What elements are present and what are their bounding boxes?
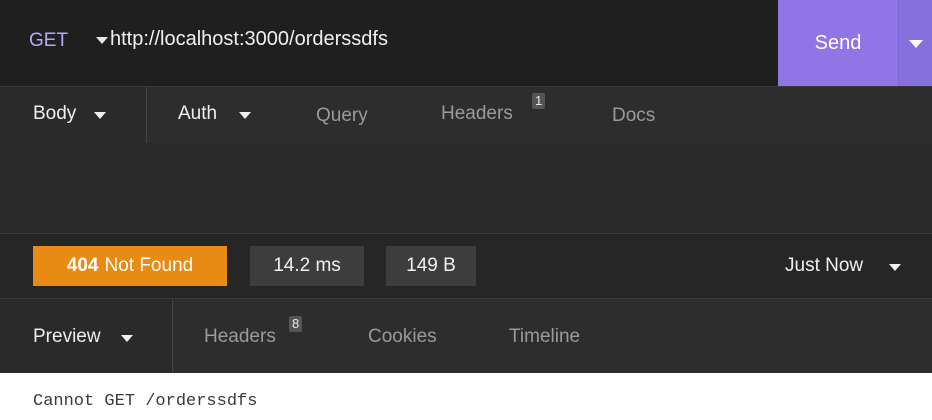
response-tabs: Preview Headers 8 Cookies Timeline <box>0 298 932 373</box>
response-time: 14.2 ms <box>250 246 364 286</box>
tab-timeline[interactable]: Timeline <box>509 326 580 348</box>
send-options-button[interactable] <box>898 0 932 86</box>
url-input[interactable]: http://localhost:3000/orderssdfs <box>110 28 388 51</box>
caret-down-icon <box>121 335 133 342</box>
tab-cookies[interactable]: Cookies <box>368 326 437 348</box>
send-button[interactable]: Send <box>778 0 898 86</box>
response-body: Cannot GET /orderssdfs <box>33 392 258 411</box>
caret-down-icon <box>889 264 901 271</box>
status-badge: 404 Not Found <box>33 246 227 286</box>
caret-down-icon <box>94 112 106 119</box>
caret-down-icon[interactable] <box>239 112 251 119</box>
tab-docs[interactable]: Docs <box>612 105 655 127</box>
tab-response-headers[interactable]: Headers <box>204 326 276 348</box>
history-menu-label: Just Now <box>785 255 864 276</box>
request-tabs: Body Auth Query Headers 1 Docs <box>0 86 932 144</box>
tab-preview-label: Preview <box>33 326 101 347</box>
tab-body[interactable]: Body <box>0 87 147 143</box>
headers-count-badge: 1 <box>532 93 546 109</box>
tab-headers[interactable]: Headers <box>441 103 513 125</box>
caret-down-icon[interactable] <box>96 37 108 44</box>
tab-query[interactable]: Query <box>316 105 368 127</box>
history-menu[interactable]: Just Now <box>785 255 901 277</box>
status-text: Not Found <box>104 255 194 276</box>
request-body-area[interactable] <box>0 143 932 234</box>
method-selector[interactable]: GET <box>29 30 68 52</box>
caret-down-icon <box>909 40 923 48</box>
response-headers-count-badge: 8 <box>289 316 303 332</box>
tab-body-label: Body <box>33 103 77 124</box>
url-bar: GET http://localhost:3000/orderssdfs Sen… <box>0 0 932 86</box>
tab-preview[interactable]: Preview <box>0 299 173 373</box>
tab-auth[interactable]: Auth <box>178 103 217 125</box>
status-code: 404 <box>66 255 99 276</box>
response-size: 149 B <box>386 246 476 286</box>
api-client-panel: GET http://localhost:3000/orderssdfs Sen… <box>0 0 932 373</box>
